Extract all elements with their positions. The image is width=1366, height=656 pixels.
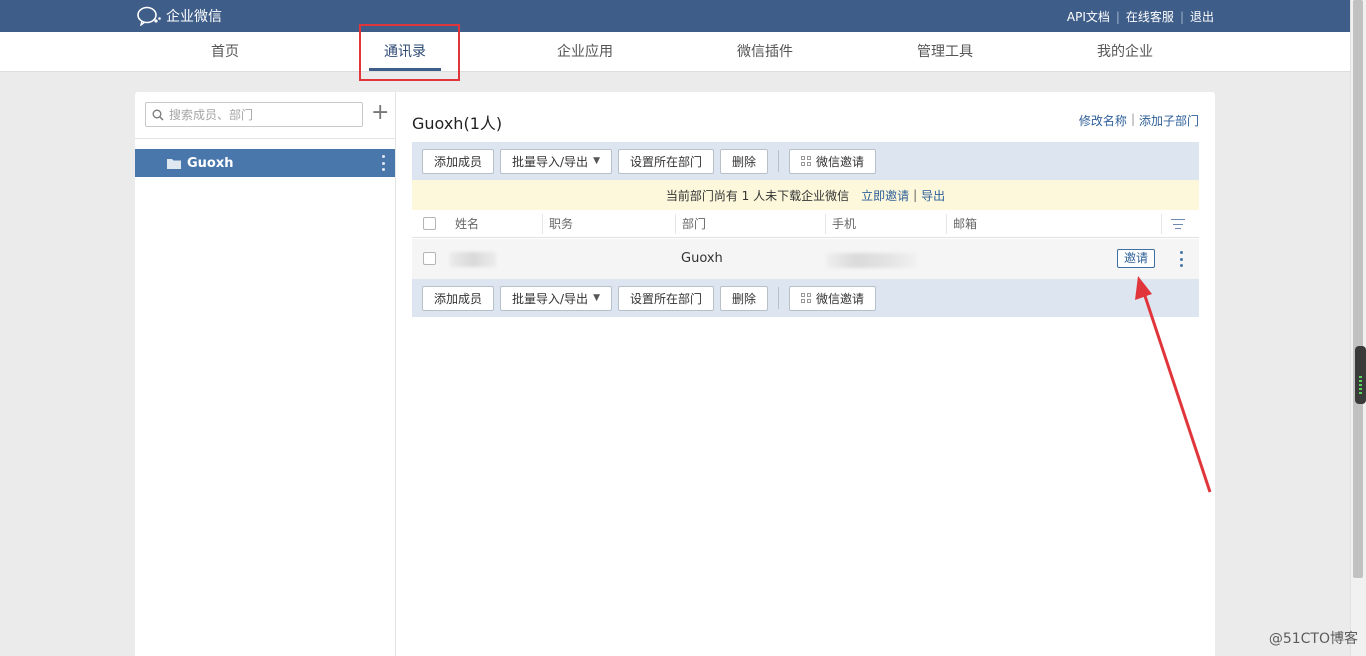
api-docs-link[interactable]: API文档 <box>1067 8 1110 25</box>
nav-management-tools[interactable]: 管理工具 <box>885 32 1005 72</box>
add-subdepartment-link[interactable]: 添加子部门 <box>1139 112 1199 129</box>
column-name[interactable]: 姓名 <box>449 210 479 238</box>
blurred-phone <box>826 253 916 268</box>
divider <box>135 138 395 139</box>
button-label: 删除 <box>732 154 757 169</box>
separator: | <box>1179 9 1184 24</box>
button-label: 删除 <box>732 291 757 306</box>
table-row[interactable]: Guoxh 邀请 <box>412 239 1199 279</box>
button-label: 添加成员 <box>434 154 483 169</box>
top-bar: 企业微信 API文档 | 在线客服 | 退出 <box>0 0 1350 32</box>
add-member-button[interactable]: 添加成员 <box>422 148 495 174</box>
department-actions: 修改名称 | 添加子部门 <box>1079 112 1199 129</box>
add-department-icon[interactable]: + <box>371 102 389 125</box>
online-support-link[interactable]: 在线客服 <box>1126 8 1174 25</box>
grid-icon <box>801 293 812 303</box>
department-title: Guoxh(1人) <box>412 114 503 133</box>
watermark: @51CTO博客 <box>1268 631 1358 647</box>
more-options-icon[interactable] <box>381 155 385 171</box>
caret-down-icon: ▼ <box>593 156 600 166</box>
button-label: 添加成员 <box>434 291 483 306</box>
nav-apps[interactable]: 企业应用 <box>525 32 645 72</box>
button-label: 批量导入/导出 <box>512 291 589 306</box>
button-label: 设置所在部门 <box>629 291 702 306</box>
column-department[interactable]: 部门 <box>675 214 706 234</box>
invite-now-link[interactable]: 立即邀请 <box>861 187 909 204</box>
add-member-button[interactable]: 添加成员 <box>422 285 495 311</box>
button-label: 批量导入/导出 <box>512 154 589 169</box>
nav-wechat-plugin[interactable]: 微信插件 <box>705 32 825 72</box>
rename-link[interactable]: 修改名称 <box>1079 112 1127 129</box>
row-department: Guoxh <box>681 251 723 266</box>
toolbar-divider <box>778 150 780 172</box>
more-options-icon[interactable] <box>1179 251 1183 267</box>
filter-icon[interactable] <box>1171 219 1185 229</box>
separator: | <box>913 188 918 202</box>
button-label: 微信邀请 <box>816 291 865 306</box>
set-department-button[interactable]: 设置所在部门 <box>617 148 714 174</box>
side-widget[interactable] <box>1355 346 1366 404</box>
column-phone[interactable]: 手机 <box>825 214 856 234</box>
column-divider <box>1161 214 1162 234</box>
column-title[interactable]: 职务 <box>542 214 573 234</box>
button-label: 微信邀请 <box>816 154 865 169</box>
button-label: 设置所在部门 <box>629 154 702 169</box>
caret-down-icon: ▼ <box>593 293 600 303</box>
select-all-checkbox[interactable] <box>423 217 436 230</box>
search-input[interactable] <box>169 107 349 122</box>
set-department-button[interactable]: 设置所在部门 <box>617 285 714 311</box>
member-table-header: 姓名 职务 部门 手机 邮箱 <box>412 210 1199 238</box>
logo[interactable]: 企业微信 <box>136 6 222 26</box>
department-sidebar: + Guoxh <box>135 92 396 656</box>
delete-button[interactable]: 删除 <box>720 148 769 174</box>
nav-contacts[interactable]: 通讯录 <box>345 32 465 72</box>
wechat-invite-button[interactable]: 微信邀请 <box>789 148 877 174</box>
department-name: Guoxh <box>187 155 234 171</box>
department-content: Guoxh(1人) 修改名称 | 添加子部门 添加成员 批量导入/导出 ▼ 设置所… <box>412 92 1199 656</box>
logo-text: 企业微信 <box>166 9 222 25</box>
separator: | <box>1115 9 1120 24</box>
row-checkbox[interactable] <box>423 252 436 265</box>
logout-link[interactable]: 退出 <box>1190 8 1214 25</box>
export-link[interactable]: 导出 <box>921 187 945 204</box>
member-toolbar-top: 添加成员 批量导入/导出 ▼ 设置所在部门 删除 微信邀请 <box>412 142 1199 180</box>
main-nav: 首页 通讯录 企业应用 微信插件 管理工具 我的企业 <box>0 32 1350 72</box>
column-email[interactable]: 邮箱 <box>946 214 977 234</box>
folder-icon <box>167 158 181 169</box>
nav-home[interactable]: 首页 <box>165 32 285 72</box>
grid-icon <box>801 156 812 166</box>
page-scrollbar-thumb[interactable] <box>1353 0 1363 578</box>
download-notice: 当前部门尚有 1 人未下载企业微信 立即邀请 | 导出 <box>412 180 1199 210</box>
separator: | <box>1130 112 1135 126</box>
toolbar-divider <box>778 287 780 309</box>
contacts-panel: + Guoxh Guoxh(1人) 修改名称 | 添加子部门 添加成员 批量导入… <box>135 92 1215 656</box>
sidebar-item-department[interactable]: Guoxh <box>135 149 395 177</box>
nav-my-enterprise[interactable]: 我的企业 <box>1065 32 1185 72</box>
member-toolbar-bottom: 添加成员 批量导入/导出 ▼ 设置所在部门 删除 微信邀请 <box>412 279 1199 317</box>
wechat-invite-button[interactable]: 微信邀请 <box>789 285 877 311</box>
notice-text: 当前部门尚有 1 人未下载企业微信 <box>665 188 850 203</box>
search-box[interactable] <box>145 102 363 127</box>
delete-button[interactable]: 删除 <box>720 285 769 311</box>
invite-button[interactable]: 邀请 <box>1117 249 1156 268</box>
batch-import-export-button[interactable]: 批量导入/导出 ▼ <box>500 148 612 174</box>
batch-import-export-button[interactable]: 批量导入/导出 ▼ <box>500 285 612 311</box>
wecom-logo-icon <box>137 6 161 26</box>
blurred-member-name <box>450 252 496 267</box>
search-icon <box>152 109 164 120</box>
top-links: API文档 | 在线客服 | 退出 <box>1067 8 1214 25</box>
